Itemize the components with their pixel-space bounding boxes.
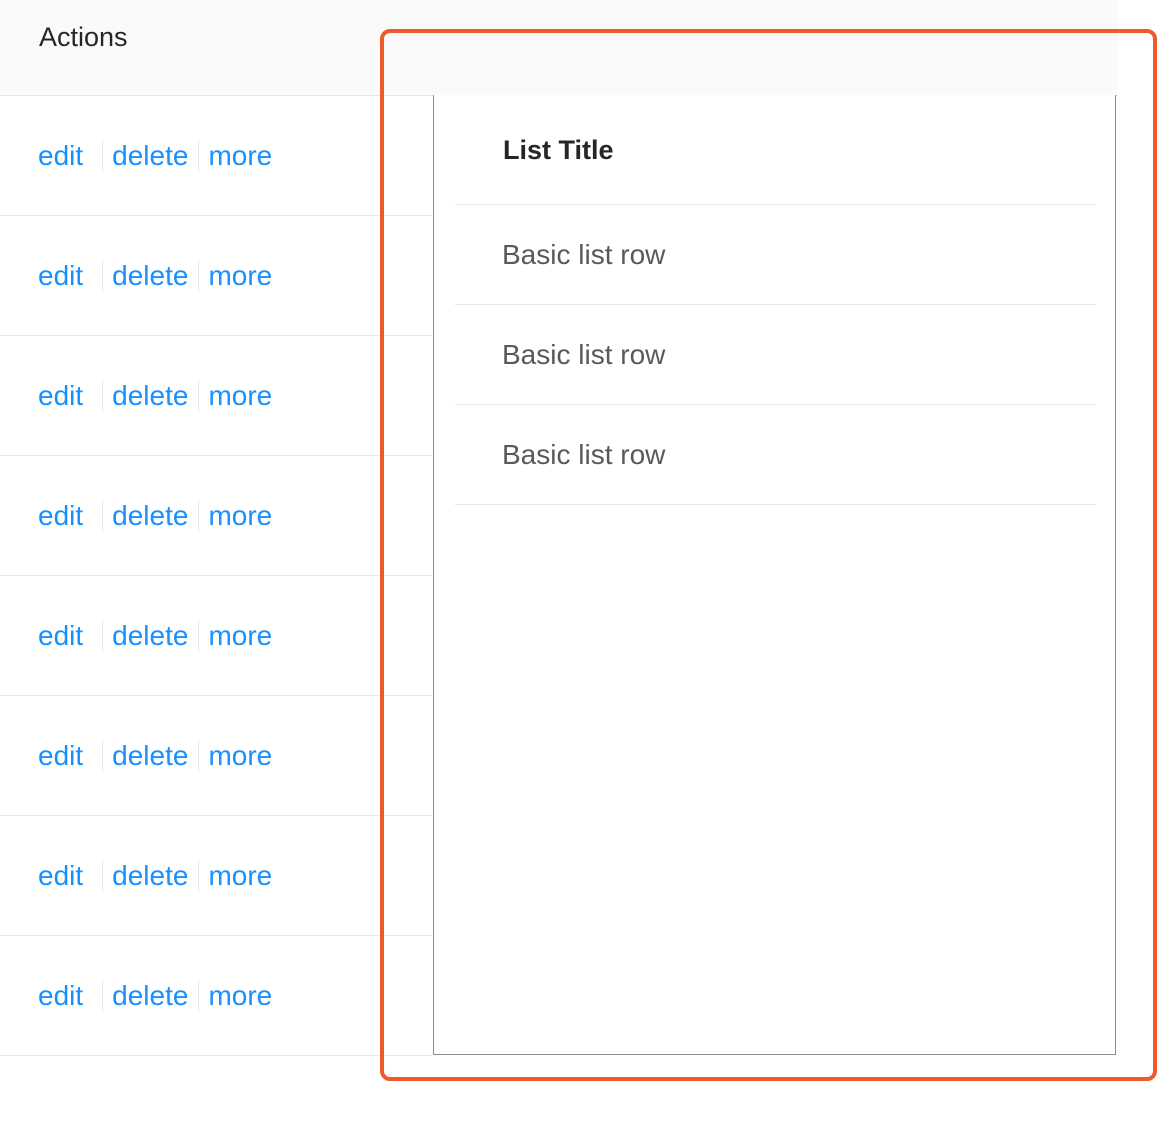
edit-link[interactable]: edit [38,380,83,412]
table-row: edit delete more [0,336,432,456]
more-link[interactable]: more [208,620,272,652]
dropdown-list-panel: List Title Basic list row Basic list row… [433,95,1116,1055]
more-link[interactable]: more [208,860,272,892]
table-header: Actions [0,0,1118,96]
delete-link[interactable]: delete [112,980,188,1012]
row-actions: edit delete more [38,456,272,575]
table-row: edit delete more [0,216,432,336]
divider [102,139,104,172]
more-link[interactable]: more [208,140,272,172]
delete-link[interactable]: delete [112,500,188,532]
more-link[interactable]: more [208,980,272,1012]
delete-link[interactable]: delete [112,740,188,772]
delete-link[interactable]: delete [112,140,188,172]
more-link[interactable]: more [208,380,272,412]
more-link[interactable]: more [208,740,272,772]
table-row: edit delete more [0,576,432,696]
divider [102,979,104,1012]
edit-link[interactable]: edit [38,860,83,892]
divider [102,739,104,772]
divider [198,979,200,1012]
row-actions: edit delete more [38,576,272,695]
table-row: edit delete more [0,696,432,816]
row-actions: edit delete more [38,336,272,455]
delete-link[interactable]: delete [112,620,188,652]
divider [102,499,104,532]
edit-link[interactable]: edit [38,140,83,172]
delete-link[interactable]: delete [112,380,188,412]
divider [102,619,104,652]
divider [198,859,200,892]
more-link[interactable]: more [208,500,272,532]
divider [198,139,200,172]
divider [198,619,200,652]
divider [102,259,104,292]
list-item[interactable]: Basic list row [455,405,1096,505]
divider [198,499,200,532]
list: List Title Basic list row Basic list row… [455,95,1096,505]
delete-link[interactable]: delete [112,860,188,892]
edit-link[interactable]: edit [38,500,83,532]
delete-link[interactable]: delete [112,260,188,292]
divider [102,379,104,412]
edit-link[interactable]: edit [38,740,83,772]
page: Actions edit delete more edit delete mor… [0,0,1174,1130]
row-actions: edit delete more [38,816,272,935]
divider [198,259,200,292]
divider [102,859,104,892]
list-title: List Title [455,95,1096,205]
row-actions: edit delete more [38,696,272,815]
row-actions: edit delete more [38,936,272,1055]
list-item[interactable]: Basic list row [455,305,1096,405]
table-row: edit delete more [0,816,432,936]
table-row: edit delete more [0,456,432,576]
edit-link[interactable]: edit [38,980,83,1012]
table-body: edit delete more edit delete more edit d… [0,96,432,1056]
divider [198,739,200,772]
divider [198,379,200,412]
more-link[interactable]: more [208,260,272,292]
row-actions: edit delete more [38,96,272,215]
table-row: edit delete more [0,96,432,216]
edit-link[interactable]: edit [38,260,83,292]
actions-column-header: Actions [39,22,128,52]
list-item[interactable]: Basic list row [455,205,1096,305]
row-actions: edit delete more [38,216,272,335]
edit-link[interactable]: edit [38,620,83,652]
table-row: edit delete more [0,936,432,1056]
